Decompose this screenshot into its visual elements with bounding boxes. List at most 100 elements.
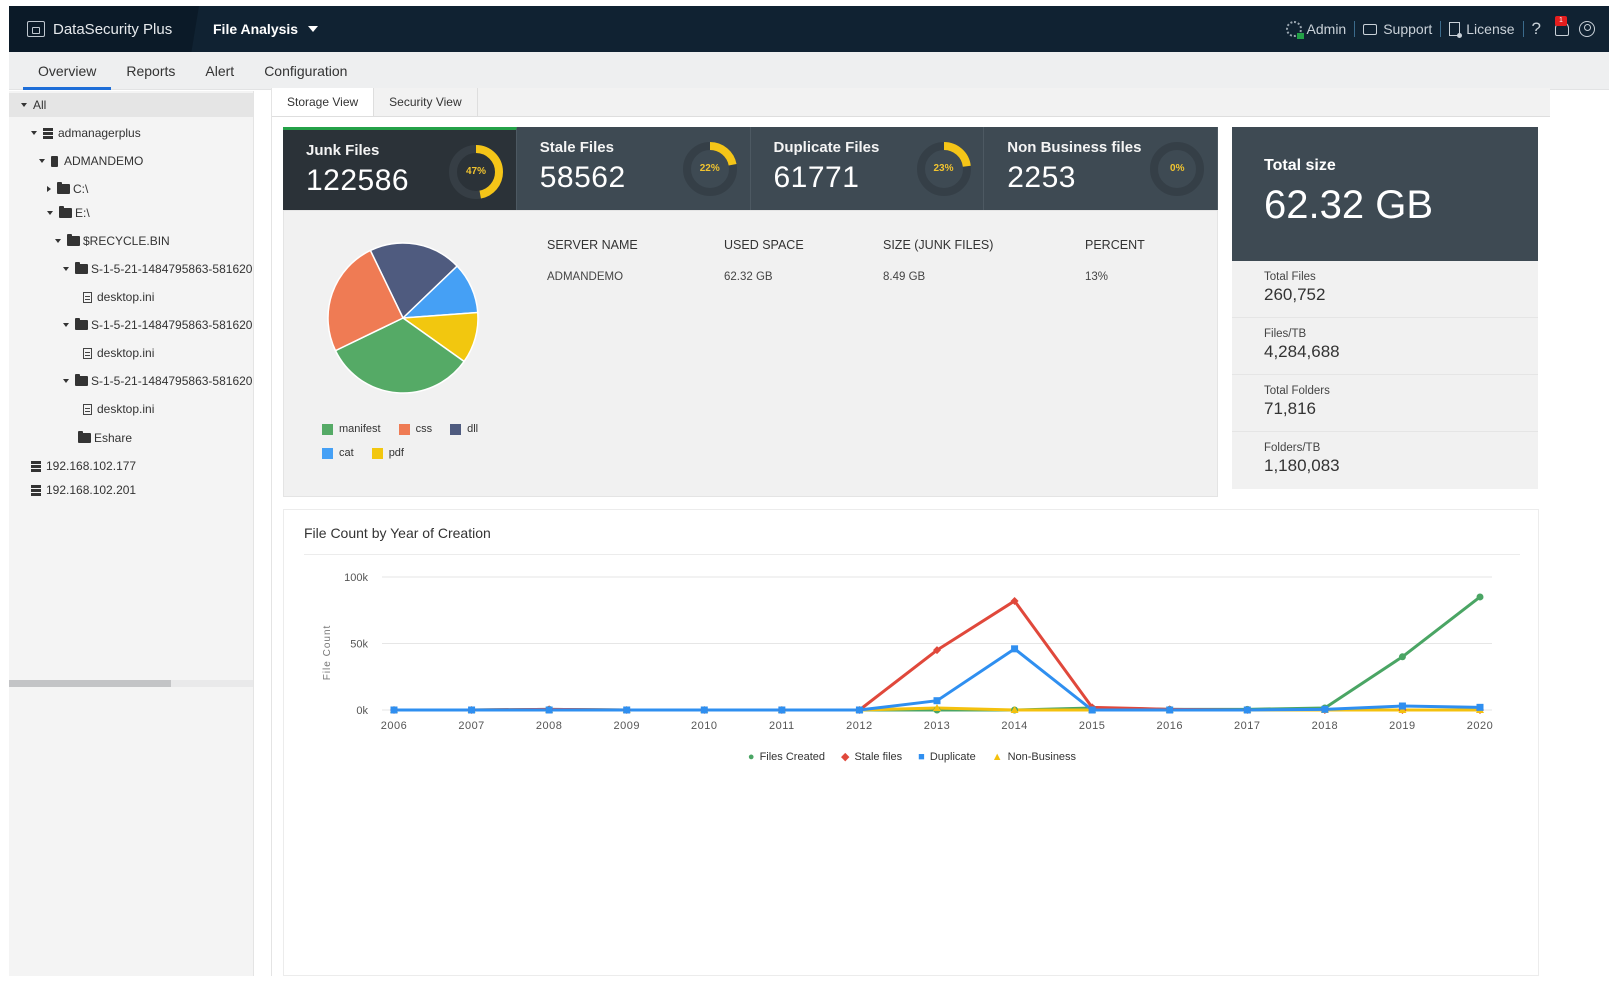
support-link[interactable]: Support xyxy=(1363,21,1432,37)
tree-node[interactable]: All xyxy=(9,93,253,117)
file-icon xyxy=(83,347,92,359)
tree-node[interactable]: desktop.ini xyxy=(9,341,154,365)
column-header-percent[interactable]: PERCENT xyxy=(1085,238,1145,252)
legend-item-cat[interactable]: cat xyxy=(322,447,354,459)
data-point[interactable] xyxy=(1088,706,1096,714)
file-icon xyxy=(83,291,92,303)
legend-item-dll[interactable]: dll xyxy=(450,423,478,435)
x-tick-label: 2012 xyxy=(846,720,872,732)
tree-node[interactable]: Eshare xyxy=(9,426,132,450)
legend-item-css[interactable]: css xyxy=(398,423,432,435)
tab-storage-view[interactable]: Storage View xyxy=(272,88,375,116)
horizontal-scrollbar[interactable] xyxy=(9,680,253,687)
license-link[interactable]: License xyxy=(1449,21,1515,38)
legend-item-files-created[interactable]: ● Files Created xyxy=(748,751,825,763)
data-point[interactable] xyxy=(1476,593,1484,601)
caret-down-icon[interactable] xyxy=(63,267,69,271)
caret-down-icon[interactable] xyxy=(63,379,69,383)
column-header-used-space[interactable]: USED SPACE xyxy=(724,238,804,252)
kpi-duplicate-files[interactable]: Duplicate Files 61771 23% xyxy=(750,127,985,210)
nav-alert[interactable]: Alert xyxy=(190,52,249,90)
nav-configuration[interactable]: Configuration xyxy=(249,52,362,90)
legend-item-pdf[interactable]: pdf xyxy=(371,447,404,459)
stat-value: 71,816 xyxy=(1264,399,1316,418)
tree-node[interactable]: desktop.ini xyxy=(9,397,154,421)
x-tick-label: 2009 xyxy=(613,720,639,732)
column-header-server-name[interactable]: SERVER NAME xyxy=(547,238,638,252)
caret-down-icon[interactable] xyxy=(31,131,37,135)
data-point[interactable] xyxy=(1398,702,1406,710)
brand[interactable]: DataSecurity Plus xyxy=(9,6,199,52)
caret-down-icon[interactable] xyxy=(21,103,27,107)
tree-node[interactable]: 192.168.102.177 xyxy=(9,454,136,478)
folder-icon xyxy=(59,206,72,218)
admin-link[interactable]: Admin xyxy=(1285,21,1346,39)
kpi-value: 122586 xyxy=(306,164,410,197)
user-avatar-icon[interactable] xyxy=(1579,21,1595,37)
tree-node[interactable]: E:\ xyxy=(9,201,90,225)
data-point[interactable] xyxy=(1321,705,1329,713)
kpi-title: Junk Files xyxy=(306,142,380,159)
tree-node[interactable]: 192.168.102.201 xyxy=(9,478,136,502)
legend-item-manifest[interactable]: manifest xyxy=(322,423,381,435)
data-point[interactable] xyxy=(778,706,786,714)
kpi-value: 61771 xyxy=(773,161,860,194)
tree-node-label: All xyxy=(33,98,47,112)
data-point[interactable] xyxy=(700,706,708,714)
kpi-percent: 22% xyxy=(699,163,720,174)
tree-node[interactable]: admanagerplus xyxy=(9,121,141,145)
legend-item-stale-files[interactable]: ◆ Stale files xyxy=(841,750,903,764)
data-point[interactable] xyxy=(933,697,941,705)
tree-node[interactable]: S-1-5-21-1484795863-581620 xyxy=(9,313,252,337)
data-point[interactable] xyxy=(1011,645,1019,653)
data-point[interactable] xyxy=(1166,706,1174,714)
nav-overview[interactable]: Overview xyxy=(23,52,112,90)
kpi-junk-files[interactable]: Junk Files 122586 47% xyxy=(283,127,517,210)
module-switcher[interactable]: File Analysis xyxy=(213,21,319,37)
legend-swatch xyxy=(322,447,333,459)
data-point[interactable] xyxy=(1398,653,1406,661)
folder-icon xyxy=(75,318,88,330)
data-point[interactable] xyxy=(1243,706,1251,714)
cell-server-name[interactable]: ADMANDEMO xyxy=(547,271,623,283)
data-point[interactable] xyxy=(468,706,476,714)
help-icon[interactable]: ? xyxy=(1532,19,1541,39)
data-point[interactable] xyxy=(855,706,863,714)
data-point[interactable] xyxy=(623,706,631,714)
kpi-non-business-files[interactable]: Non Business files 2253 0% xyxy=(984,127,1218,210)
folder-icon xyxy=(75,374,88,386)
nav-reports[interactable]: Reports xyxy=(111,52,190,90)
kpi-stale-files[interactable]: Stale Files 58562 22% xyxy=(516,127,751,210)
tree-node[interactable]: C:\ xyxy=(9,177,88,201)
tree-node-label: 192.168.102.201 xyxy=(46,483,137,497)
data-point[interactable] xyxy=(390,706,398,714)
caret-down-icon[interactable] xyxy=(63,323,69,327)
caret-down-icon[interactable] xyxy=(55,239,61,243)
y-tick-label: 100k xyxy=(344,572,368,584)
kpi-title: Non Business files xyxy=(1007,139,1142,156)
tree-node[interactable]: ADMANDEMO xyxy=(9,149,143,173)
series-line-stale-files[interactable] xyxy=(394,599,1480,712)
tree-node-label: desktop.ini xyxy=(97,402,155,416)
tree-node[interactable]: S-1-5-21-1484795863-581620 xyxy=(9,369,252,393)
tree-node[interactable]: desktop.ini xyxy=(9,285,154,309)
data-point[interactable] xyxy=(545,706,553,714)
scrollbar-thumb[interactable] xyxy=(9,680,171,687)
legend-item-duplicate[interactable]: ■ Duplicate xyxy=(918,751,976,763)
tree-node[interactable]: S-1-5-21-1484795863-581620 xyxy=(9,257,252,281)
legend-label: pdf xyxy=(388,447,404,459)
stat-value: 1,180,083 xyxy=(1264,456,1340,475)
caret-down-icon[interactable] xyxy=(47,211,53,215)
tab-security-view[interactable]: Security View xyxy=(374,88,478,116)
tree-node-label: ADMANDEMO xyxy=(64,154,144,168)
chart-title: File Count by Year of Creation xyxy=(304,525,491,541)
legend-label: Files Created xyxy=(759,751,825,763)
tree-node[interactable]: $RECYCLE.BIN xyxy=(9,229,170,253)
legend-label: Stale files xyxy=(854,750,903,763)
bell-icon[interactable]: 1 xyxy=(1555,16,1569,36)
caret-down-icon[interactable] xyxy=(39,159,45,163)
data-point[interactable] xyxy=(1476,703,1484,711)
legend-item-non-business[interactable]: ▲ Non-Business xyxy=(992,751,1076,763)
caret-right-icon[interactable] xyxy=(47,186,51,192)
column-header-size-junk[interactable]: SIZE (JUNK FILES) xyxy=(883,238,993,252)
